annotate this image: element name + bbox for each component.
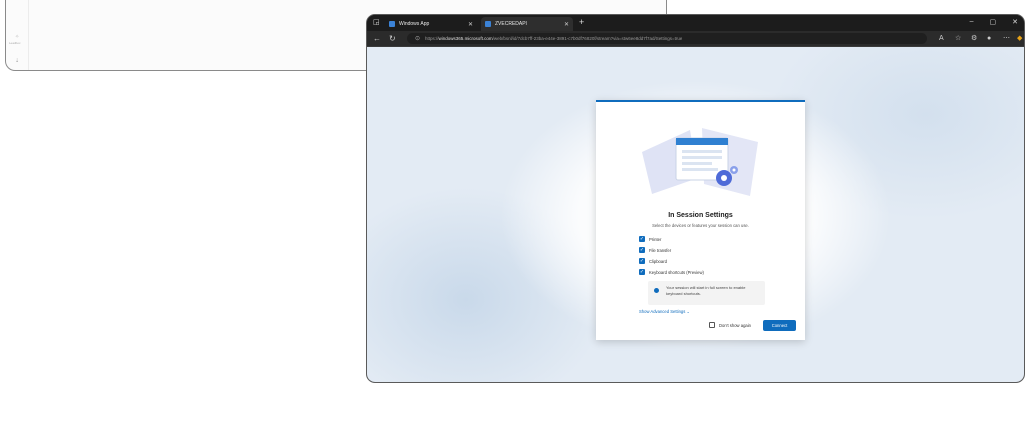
favorites-icon[interactable]: ☆ — [955, 33, 961, 44]
browser-toolbar: ← ↻ ⊙ https://windows365.microsoft.com/w… — [367, 31, 1024, 47]
in-session-settings-dialog: In Session Settings Select the devices o… — [596, 100, 805, 340]
tab-title: Windows App — [399, 21, 430, 27]
maximize-button[interactable]: ▢ — [990, 18, 997, 26]
connect-button[interactable]: Connect — [763, 320, 796, 331]
option-keyboard-shortcuts[interactable]: ✓ Keyboard shortcuts (Preview) — [639, 269, 704, 275]
tab-windows-app[interactable]: Windows App ✕ — [385, 17, 477, 31]
profile-icon[interactable]: ● — [987, 33, 991, 44]
session-favicon-icon — [485, 21, 491, 27]
dialog-title: In Session Settings — [668, 212, 733, 219]
close-icon[interactable]: ✕ — [468, 21, 473, 28]
dialog-subtitle: Select the devices or features your sess… — [652, 223, 749, 228]
tab-actions-icon[interactable]: ◲ — [373, 18, 380, 28]
copilot-icon[interactable]: ◆ — [1017, 33, 1022, 44]
keyboard-shortcuts-checkbox[interactable]: ✓ — [639, 269, 645, 275]
new-tab-button[interactable]: + — [579, 17, 584, 27]
sidebar-app-icon[interactable]: ✧ — [15, 34, 19, 40]
more-icon[interactable]: ⋯ — [1003, 33, 1010, 44]
show-advanced-settings-link[interactable]: Show Advanced Settings ⌄ — [639, 309, 690, 314]
background-sidebar: ✧ Leadbox ⇣ — [6, 0, 29, 70]
option-label: File transfer — [649, 247, 672, 253]
address-bar[interactable]: ⊙ https://windows365.microsoft.com/web/b… — [407, 33, 927, 44]
tab-title: ZVECREDAPI — [495, 21, 527, 27]
printer-checkbox[interactable]: ✓ — [639, 236, 645, 242]
file-transfer-checkbox[interactable]: ✓ — [639, 247, 645, 253]
info-message: Your session will start in full screen t… — [648, 281, 765, 305]
back-icon[interactable]: ← — [373, 33, 381, 44]
tab-bar: ◲ Windows App ✕ ZVECREDAPI ✕ + – ▢ ✕ — [367, 15, 1024, 31]
page-content: In Session Settings Select the devices o… — [367, 47, 1024, 382]
dont-show-again[interactable]: Don't show again — [709, 322, 751, 328]
option-label: Keyboard shortcuts (Preview) — [649, 269, 704, 275]
url-text: https://windows365.microsoft.com/web/bsn… — [425, 36, 683, 41]
windows-app-favicon-icon — [389, 21, 395, 27]
settings-illustration-icon — [642, 128, 758, 196]
option-clipboard[interactable]: ✓ Clipboard — [639, 258, 667, 264]
minimize-button[interactable]: – — [970, 18, 974, 26]
sidebar-item-label: Leadbox — [9, 41, 21, 45]
option-file-transfer[interactable]: ✓ File transfer — [639, 247, 671, 253]
option-label: Printer — [649, 236, 662, 242]
close-window-button[interactable]: ✕ — [1012, 18, 1018, 26]
info-icon — [654, 288, 659, 293]
refresh-icon[interactable]: ↻ — [389, 33, 396, 44]
option-printer[interactable]: ✓ Printer — [639, 236, 661, 242]
close-icon[interactable]: ✕ — [564, 21, 569, 28]
read-aloud-icon[interactable]: A — [939, 33, 944, 44]
clipboard-checkbox[interactable]: ✓ — [639, 258, 645, 264]
option-label: Clipboard — [649, 258, 667, 264]
window-controls: – ▢ ✕ — [970, 18, 1018, 26]
browser-window: ◲ Windows App ✕ ZVECREDAPI ✕ + – ▢ ✕ ← ↻… — [366, 14, 1025, 383]
lock-icon[interactable]: ⊙ — [415, 35, 420, 42]
dont-show-again-label: Don't show again — [719, 322, 751, 328]
dont-show-again-checkbox[interactable] — [709, 322, 715, 328]
tab-session[interactable]: ZVECREDAPI ✕ — [481, 17, 573, 31]
extensions-icon[interactable]: ⚙ — [971, 33, 977, 44]
info-text: Your session will start in full screen t… — [666, 285, 746, 296]
download-icon[interactable]: ⇣ — [15, 58, 19, 64]
